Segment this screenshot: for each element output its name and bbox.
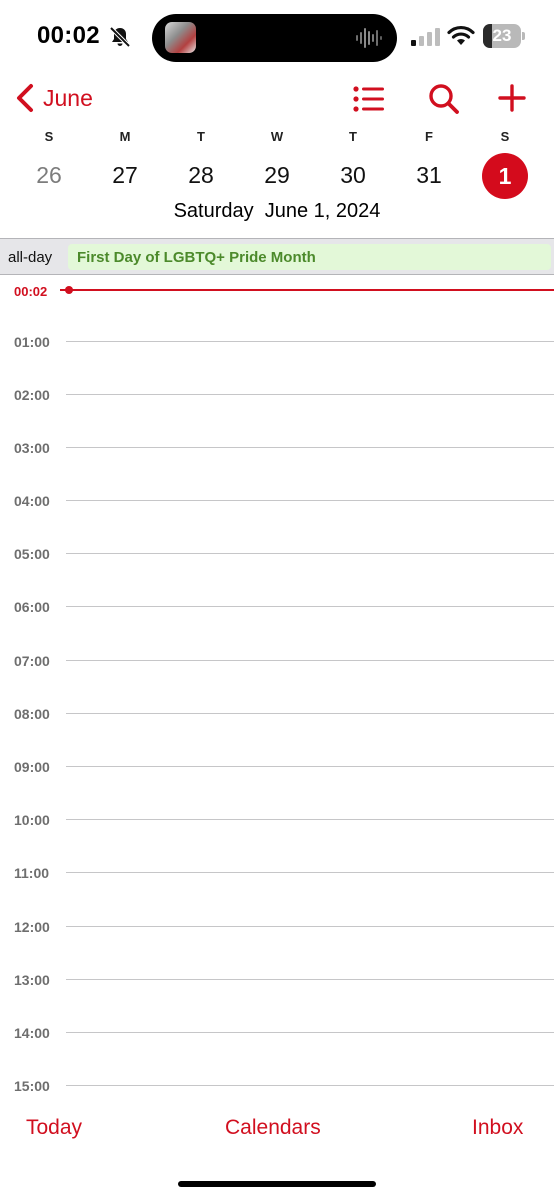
- weekday-letter: S: [44, 129, 54, 144]
- inbox-button[interactable]: Inbox: [472, 1116, 523, 1140]
- day-28[interactable]: 28: [177, 157, 225, 193]
- calendars-button[interactable]: Calendars: [225, 1116, 321, 1140]
- hour-line: [66, 766, 554, 767]
- hour-label: 13:00: [14, 972, 50, 988]
- battery-icon: 23: [483, 24, 525, 48]
- event-title: First Day of LGBTQ+ Pride Month: [77, 249, 316, 266]
- status-bar: 00:02 23: [0, 0, 554, 76]
- chevron-left-icon: [17, 84, 33, 112]
- hour-line: [66, 1032, 554, 1033]
- weekday-letter: T: [197, 129, 205, 144]
- all-day-event[interactable]: First Day of LGBTQ+ Pride Month: [68, 244, 551, 270]
- hour-label: 03:00: [14, 440, 50, 456]
- hour-label: 05:00: [14, 546, 50, 562]
- weekday-letter: S: [500, 129, 510, 144]
- day-29[interactable]: 29: [253, 157, 301, 193]
- hour-line: [66, 447, 554, 448]
- hour-line: [66, 606, 554, 607]
- wifi-icon: [447, 25, 475, 45]
- weekday-letter: F: [425, 129, 433, 144]
- back-label: June: [43, 84, 93, 111]
- audio-waveform-icon: [356, 28, 382, 48]
- weekday-letter: W: [270, 129, 284, 144]
- hour-line: [66, 660, 554, 661]
- current-time-label: 00:02: [14, 284, 48, 299]
- media-thumbnail: [165, 22, 196, 53]
- home-indicator[interactable]: [178, 1181, 376, 1187]
- back-to-month-button[interactable]: June: [14, 80, 93, 116]
- day-1-selected[interactable]: 1: [482, 153, 528, 199]
- all-day-label: all-day: [8, 249, 53, 266]
- hour-label: 10:00: [14, 812, 50, 828]
- hour-line: [66, 394, 554, 395]
- list-view-button[interactable]: [352, 82, 388, 116]
- signal-icon: [411, 28, 440, 46]
- search-button[interactable]: [426, 82, 462, 116]
- hour-line: [66, 713, 554, 714]
- hour-label: 08:00: [14, 706, 50, 722]
- hour-label: 12:00: [14, 919, 50, 935]
- bell-slash-icon: [109, 26, 131, 48]
- hour-label: 04:00: [14, 493, 50, 509]
- current-time-line: [69, 289, 554, 291]
- hour-label: 02:00: [14, 387, 50, 403]
- list-icon: [353, 86, 384, 112]
- hour-label: 01:00: [14, 334, 50, 350]
- hour-label: 15:00: [14, 1078, 50, 1094]
- weekday-letter: T: [349, 129, 357, 144]
- today-button[interactable]: Today: [26, 1116, 82, 1140]
- hour-line: [66, 553, 554, 554]
- plus-icon: [498, 84, 526, 112]
- all-day-row: all-day First Day of LGBTQ+ Pride Month: [0, 238, 554, 275]
- hour-line: [66, 979, 554, 980]
- day-26[interactable]: 26: [25, 157, 73, 193]
- add-event-button[interactable]: [496, 82, 532, 116]
- day-27[interactable]: 27: [101, 157, 149, 193]
- dynamic-island[interactable]: [152, 14, 397, 62]
- day-31[interactable]: 31: [405, 157, 453, 193]
- weekday-letter: M: [119, 129, 131, 144]
- hour-label: 06:00: [14, 599, 50, 615]
- day-30[interactable]: 30: [329, 157, 377, 193]
- status-time: 00:02: [37, 22, 100, 49]
- hour-line: [66, 872, 554, 873]
- hour-label: 07:00: [14, 653, 50, 669]
- battery-percent: 23: [492, 26, 512, 45]
- hour-line: [66, 341, 554, 342]
- hour-line: [66, 819, 554, 820]
- hour-line: [66, 926, 554, 927]
- hour-label: 14:00: [14, 1025, 50, 1041]
- hour-line: [66, 500, 554, 501]
- hour-label: 09:00: [14, 759, 50, 775]
- hour-line: [66, 1085, 554, 1086]
- hour-label: 11:00: [14, 865, 50, 881]
- selected-date-title: Saturday June 1, 2024: [173, 200, 381, 222]
- search-icon: [429, 84, 459, 114]
